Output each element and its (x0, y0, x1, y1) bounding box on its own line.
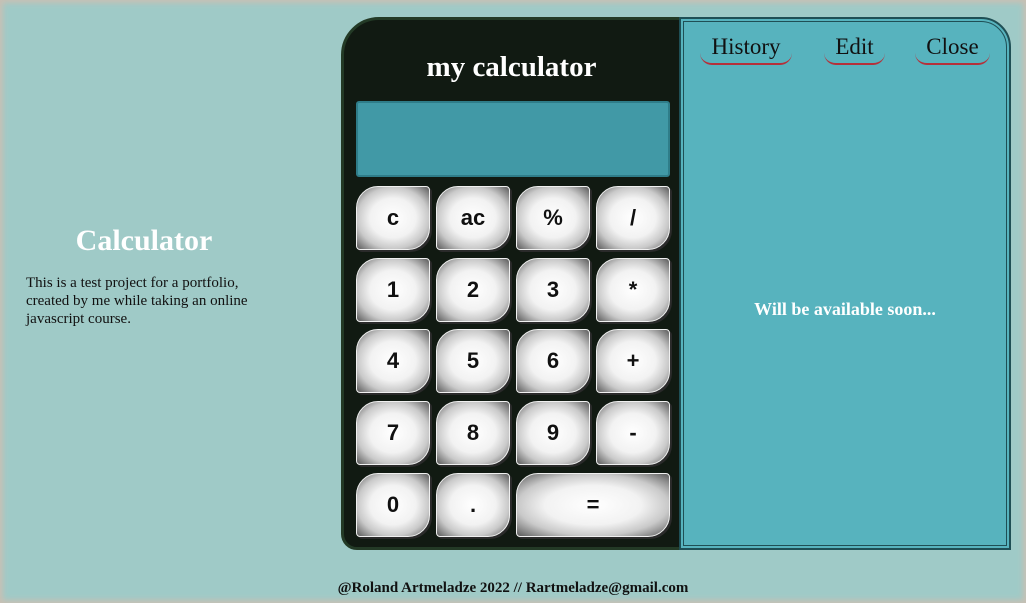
tab-history[interactable]: History (700, 32, 792, 65)
decimal-button[interactable]: . (436, 473, 510, 537)
digit-0-button[interactable]: 0 (356, 473, 430, 537)
multiply-button[interactable]: * (596, 258, 670, 322)
keypad: c ac % / 1 2 3 * 4 5 6 + 7 8 9 - 0 . = (356, 186, 672, 538)
intro-title: Calculator (75, 224, 213, 257)
digit-6-button[interactable]: 6 (516, 329, 590, 393)
intro-section: Calculator This is a test project for a … (26, 222, 262, 328)
clear-button[interactable]: c (356, 186, 430, 250)
calculator: my calculator c ac % / 1 2 3 * 4 5 6 + 7… (341, 17, 682, 550)
all-clear-button[interactable]: ac (436, 186, 510, 250)
tab-edit[interactable]: Edit (824, 32, 885, 65)
minus-button[interactable]: - (596, 401, 670, 465)
equals-button[interactable]: = (516, 473, 670, 537)
calculator-title: my calculator (426, 51, 597, 83)
digit-7-button[interactable]: 7 (356, 401, 430, 465)
digit-9-button[interactable]: 9 (516, 401, 590, 465)
digit-1-button[interactable]: 1 (356, 258, 430, 322)
plus-button[interactable]: + (596, 329, 670, 393)
digit-5-button[interactable]: 5 (436, 329, 510, 393)
digit-8-button[interactable]: 8 (436, 401, 510, 465)
calculator-display (356, 101, 670, 177)
digit-4-button[interactable]: 4 (356, 329, 430, 393)
intro-description: This is a test project for a portfolio, … (26, 275, 248, 327)
percent-button[interactable]: % (516, 186, 590, 250)
side-panel: History Edit Close Will be available soo… (679, 17, 1011, 550)
digit-2-button[interactable]: 2 (436, 258, 510, 322)
coming-soon-message: Will be available soon... (754, 299, 936, 319)
divide-button[interactable]: / (596, 186, 670, 250)
tab-close[interactable]: Close (915, 32, 990, 65)
digit-3-button[interactable]: 3 (516, 258, 590, 322)
footer: @Roland Artmeladze 2022 // Rartmeladze@g… (337, 580, 689, 596)
